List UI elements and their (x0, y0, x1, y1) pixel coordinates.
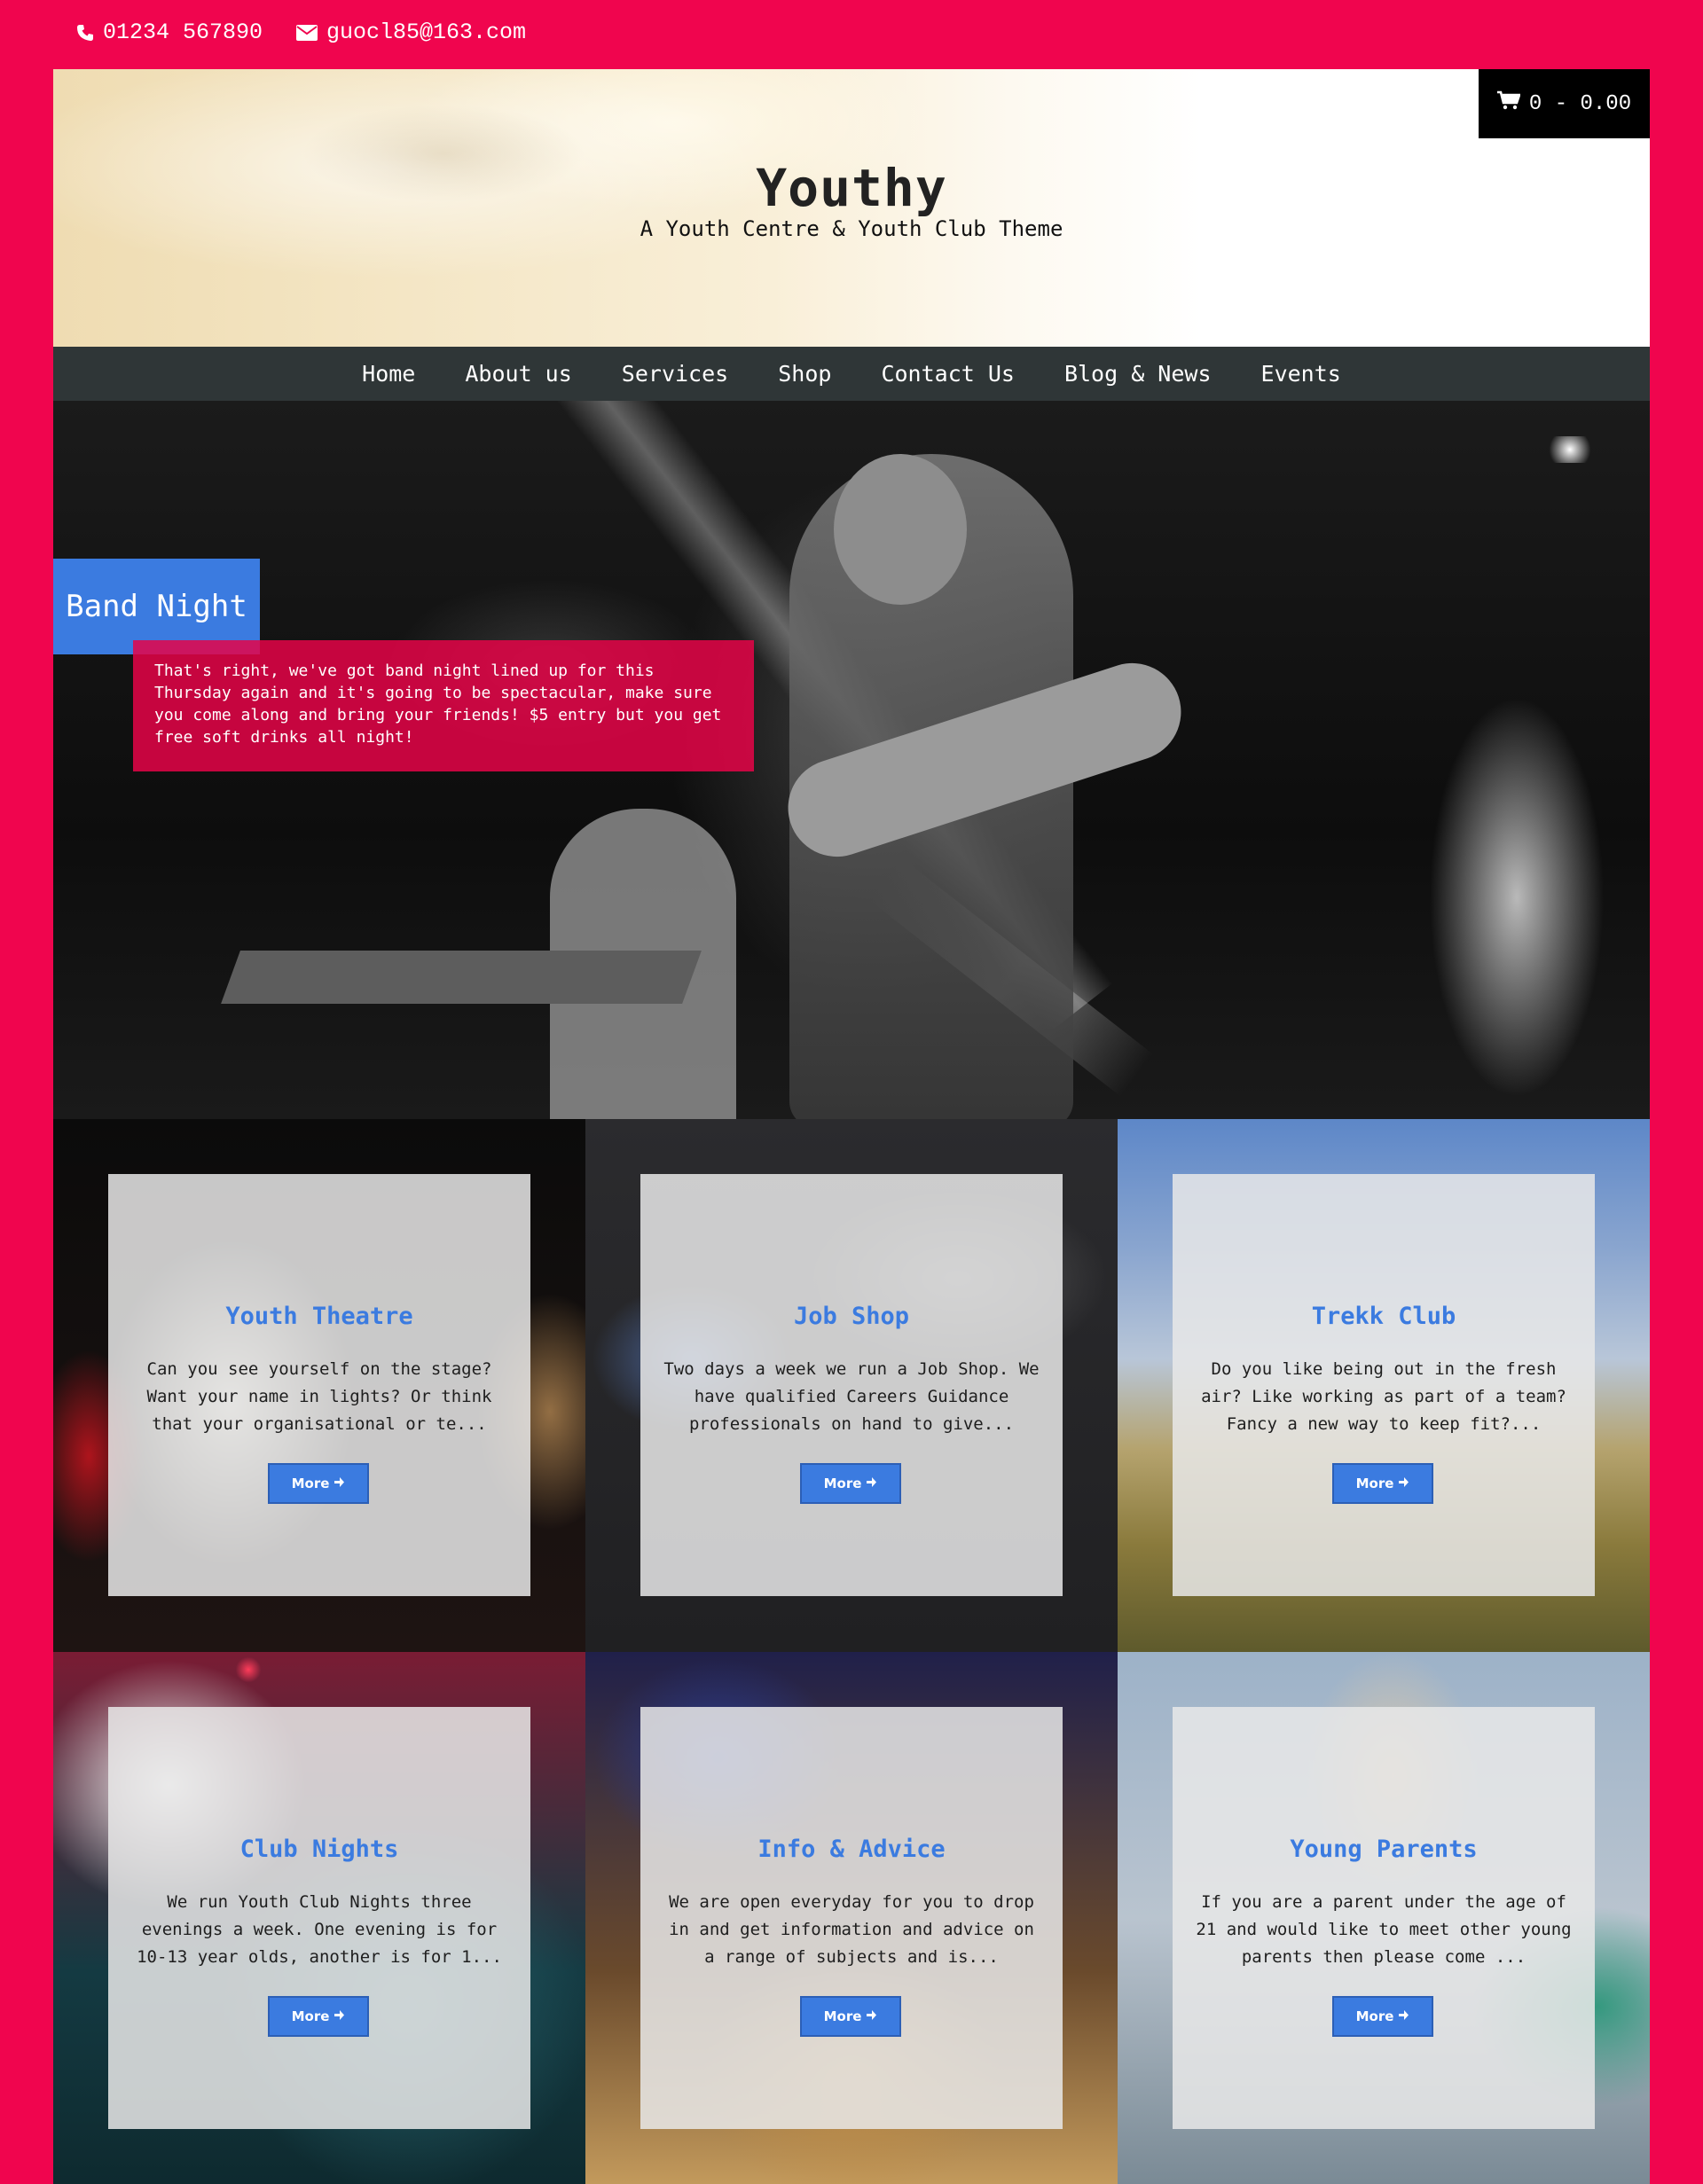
arrow-right-icon (334, 2008, 345, 2024)
site-tagline: A Youth Centre & Youth Club Theme (640, 216, 1063, 241)
tile-excerpt: Do you like being out in the fresh air? … (1201, 1359, 1566, 1434)
tile-title[interactable]: Young Parents (1173, 1836, 1595, 1863)
nav-item-shop[interactable]: Shop (753, 361, 856, 387)
tile-excerpt: We run Youth Club Nights three evenings … (137, 1892, 502, 1967)
arrow-right-icon (334, 1476, 345, 1491)
nav-item-blog-news[interactable]: Blog & News (1040, 361, 1236, 387)
slide-description: That's right, we've got band night lined… (133, 640, 754, 771)
tile-card: Info & Advice We are open everyday for y… (640, 1707, 1063, 2129)
tile-card: Young Parents If you are a parent under … (1173, 1707, 1595, 2129)
hero-singer-head (834, 454, 967, 605)
hero-keyboard-instrument (221, 951, 702, 1004)
tile-excerpt: We are open everyday for you to drop in … (669, 1892, 1034, 1967)
nav-item-about-us[interactable]: About us (440, 361, 596, 387)
shopping-cart-icon (1496, 90, 1521, 117)
tile-youth-theatre: Youth Theatre Can you see yourself on th… (53, 1119, 585, 1652)
more-button-label: More (823, 2008, 862, 2024)
more-button-label: More (823, 1476, 862, 1491)
more-button[interactable]: More (800, 1463, 901, 1504)
phone-number: 01234 567890 (103, 20, 263, 45)
more-button[interactable]: More (800, 1996, 901, 2037)
tile-excerpt: Can you see yourself on the stage? Want … (146, 1359, 492, 1434)
arrow-right-icon (866, 1476, 877, 1491)
feature-tiles: Youth Theatre Can you see yourself on th… (53, 1119, 1650, 2184)
page-container: 0 - 0.00 Youthy A Youth Centre & Youth C… (53, 69, 1650, 2184)
more-button-label: More (291, 2008, 330, 2024)
tile-title[interactable]: Job Shop (640, 1303, 1063, 1330)
more-button[interactable]: More (1332, 1463, 1433, 1504)
phone-icon (76, 24, 94, 42)
tile-title[interactable]: Youth Theatre (108, 1303, 530, 1330)
arrow-right-icon (866, 2008, 877, 2024)
more-button-label: More (291, 1476, 330, 1491)
phone-contact[interactable]: 01234 567890 (76, 20, 263, 45)
tile-card: Youth Theatre Can you see yourself on th… (108, 1174, 530, 1596)
arrow-right-icon (1398, 2008, 1409, 2024)
tile-title[interactable]: Trekk Club (1173, 1303, 1595, 1330)
site-header: 0 - 0.00 Youthy A Youth Centre & Youth C… (53, 69, 1650, 347)
tile-title[interactable]: Club Nights (108, 1836, 530, 1863)
site-title[interactable]: Youthy (53, 158, 1650, 218)
hero-slider[interactable]: Band Night That's right, we've got band … (53, 401, 1650, 1119)
main-navigation: Home About us Services Shop Contact Us B… (53, 347, 1650, 401)
tile-trekk-club: Trekk Club Do you like being out in the … (1118, 1119, 1650, 1652)
tile-young-parents: Young Parents If you are a parent under … (1118, 1652, 1650, 2184)
tile-info-advice: Info & Advice We are open everyday for y… (585, 1652, 1118, 2184)
tile-excerpt: If you are a parent under the age of 21 … (1196, 1892, 1572, 1967)
tile-card: Club Nights We run Youth Club Nights thr… (108, 1707, 530, 2129)
more-button-label: More (1355, 2008, 1394, 2024)
tile-club-nights: Club Nights We run Youth Club Nights thr… (53, 1652, 585, 2184)
envelope-icon (296, 24, 318, 41)
arrow-right-icon (1398, 1476, 1409, 1491)
tile-title[interactable]: Info & Advice (640, 1836, 1063, 1863)
more-button-label: More (1355, 1476, 1394, 1491)
more-button[interactable]: More (268, 1463, 369, 1504)
stage-lights (1543, 436, 1597, 463)
tile-card: Job Shop Two days a week we run a Job Sh… (640, 1174, 1063, 1596)
tile-excerpt: Two days a week we run a Job Shop. We ha… (663, 1359, 1040, 1434)
cart-button[interactable]: 0 - 0.00 (1479, 69, 1650, 138)
nav-item-services[interactable]: Services (597, 361, 753, 387)
nav-item-home[interactable]: Home (337, 361, 440, 387)
tile-job-shop: Job Shop Two days a week we run a Job Sh… (585, 1119, 1118, 1652)
more-button[interactable]: More (1332, 1996, 1433, 2037)
cart-total: 0 - 0.00 (1528, 91, 1632, 116)
top-contact-bar: 01234 567890 guocl85@163.com (0, 0, 1703, 69)
more-button[interactable]: More (268, 1996, 369, 2037)
tile-card: Trekk Club Do you like being out in the … (1173, 1174, 1595, 1596)
email-address: guocl85@163.com (326, 20, 527, 45)
nav-item-contact-us[interactable]: Contact Us (856, 361, 1040, 387)
email-contact[interactable]: guocl85@163.com (296, 20, 526, 45)
nav-item-events[interactable]: Events (1236, 361, 1366, 387)
